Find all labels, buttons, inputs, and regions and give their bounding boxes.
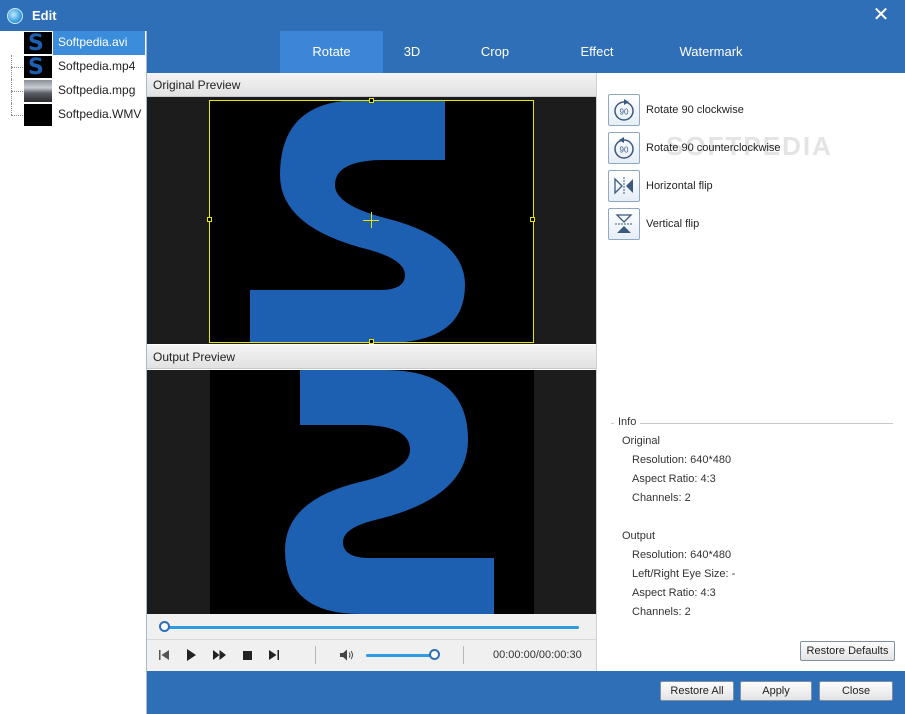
tab-3d[interactable]: 3D (383, 31, 441, 73)
previous-icon[interactable] (157, 646, 171, 664)
rotate-ccw-icon: 90 (608, 132, 640, 164)
seek-handle[interactable] (159, 621, 170, 632)
tab-bar: Rotate 3D Crop Effect Watermark (147, 31, 905, 73)
crop-handle-left[interactable] (207, 217, 212, 222)
crop-handle-right[interactable] (530, 217, 535, 222)
output-video-frame (210, 370, 534, 614)
separator (315, 646, 316, 664)
crop-handle-top[interactable] (369, 98, 374, 103)
tree-branch (11, 67, 23, 68)
output-preview (147, 370, 596, 614)
rotate-clockwise-button[interactable]: 90 Rotate 90 clockwise (608, 94, 744, 126)
bottom-bar: Restore All Apply Close (147, 671, 905, 714)
svg-text:90: 90 (620, 146, 629, 155)
file-name: Softpedia.mp4 (58, 59, 136, 73)
svg-text:90: 90 (620, 108, 629, 117)
close-button[interactable]: Close (819, 681, 893, 701)
title-bar: Edit ✕ (0, 0, 905, 31)
info-output-eye-size: Left/Right Eye Size: - (632, 568, 736, 580)
action-label: Horizontal flip (646, 180, 713, 192)
volume-icon[interactable] (338, 646, 356, 664)
file-item-wmv[interactable]: Softpedia.WMV (0, 103, 146, 127)
vertical-flip-icon (608, 208, 640, 240)
file-item-mpg[interactable]: Softpedia.mpg (0, 79, 146, 103)
player-controls: 00:00:00/00:00:30 (147, 640, 596, 671)
crosshair-icon (371, 212, 372, 228)
info-legend: Info (614, 416, 641, 428)
seek-track[interactable] (163, 626, 579, 629)
file-thumbnail: S (24, 56, 52, 78)
tree-branch (11, 115, 23, 116)
s-logo-rotated-image (285, 370, 494, 614)
original-preview (147, 97, 596, 344)
output-preview-header: Output Preview (147, 345, 596, 369)
info-original-heading: Original (622, 435, 660, 447)
info-output-resolution: Resolution: 640*480 (632, 549, 732, 561)
file-item-mp4[interactable]: S Softpedia.mp4 (0, 55, 146, 79)
action-label: Rotate 90 clockwise (646, 104, 744, 116)
file-thumbnail (24, 80, 52, 102)
tree-branch (11, 91, 23, 92)
info-output-heading: Output (622, 530, 656, 542)
info-output-aspect: Aspect Ratio: 4:3 (632, 587, 716, 599)
app-icon (7, 7, 23, 24)
info-original-resolution: Resolution: 640*480 (632, 454, 732, 466)
info-output-channels: Channels: 2 (632, 606, 691, 618)
info-original-aspect: Aspect Ratio: 4:3 (632, 473, 716, 485)
horizontal-flip-icon (608, 170, 640, 202)
tab-effect[interactable]: Effect (562, 31, 632, 73)
rotate-panel: SOFTPEDIA 90 Rotate 90 clockwise 90 Rota… (596, 73, 905, 671)
restore-defaults-button[interactable]: Restore Defaults (800, 641, 895, 661)
tab-crop[interactable]: Crop (465, 31, 525, 73)
seek-bar-area (147, 614, 596, 640)
volume-slider[interactable] (366, 654, 436, 657)
tab-watermark[interactable]: Watermark (662, 31, 760, 73)
file-item-avi[interactable]: S Softpedia.avi (0, 31, 146, 55)
rotate-counterclockwise-button[interactable]: 90 Rotate 90 counterclockwise (608, 132, 781, 164)
stop-icon[interactable] (240, 646, 254, 664)
rotate-cw-icon: 90 (608, 94, 640, 126)
volume-handle[interactable] (429, 649, 440, 660)
original-preview-header: Original Preview (147, 73, 596, 97)
info-group (611, 423, 893, 424)
apply-button[interactable]: Apply (740, 681, 812, 701)
vertical-flip-button[interactable]: Vertical flip (608, 208, 699, 240)
tree-line (11, 103, 23, 115)
file-thumbnail (24, 104, 52, 126)
file-thumbnail: S (24, 32, 52, 54)
horizontal-flip-button[interactable]: Horizontal flip (608, 170, 713, 202)
tab-rotate[interactable]: Rotate (280, 31, 383, 73)
file-name: Softpedia.avi (58, 35, 128, 49)
separator (463, 646, 464, 664)
fast-forward-icon[interactable] (211, 646, 227, 664)
next-icon[interactable] (267, 646, 281, 664)
crop-handle-bottom[interactable] (369, 339, 374, 344)
file-name: Softpedia.WMV (58, 107, 142, 121)
window-close-icon[interactable]: ✕ (871, 5, 891, 25)
file-name: Softpedia.mpg (58, 83, 136, 97)
play-icon[interactable] (184, 646, 198, 664)
file-list: S Softpedia.avi S Softpedia.mp4 Softpedi… (0, 31, 147, 714)
window-title: Edit (32, 8, 57, 23)
action-label: Vertical flip (646, 218, 700, 230)
info-original-channels: Channels: 2 (632, 492, 691, 504)
action-label: Rotate 90 counterclockwise (646, 142, 781, 154)
timecode: 00:00:00/00:00:30 (493, 649, 582, 661)
restore-all-button[interactable]: Restore All (660, 681, 734, 701)
